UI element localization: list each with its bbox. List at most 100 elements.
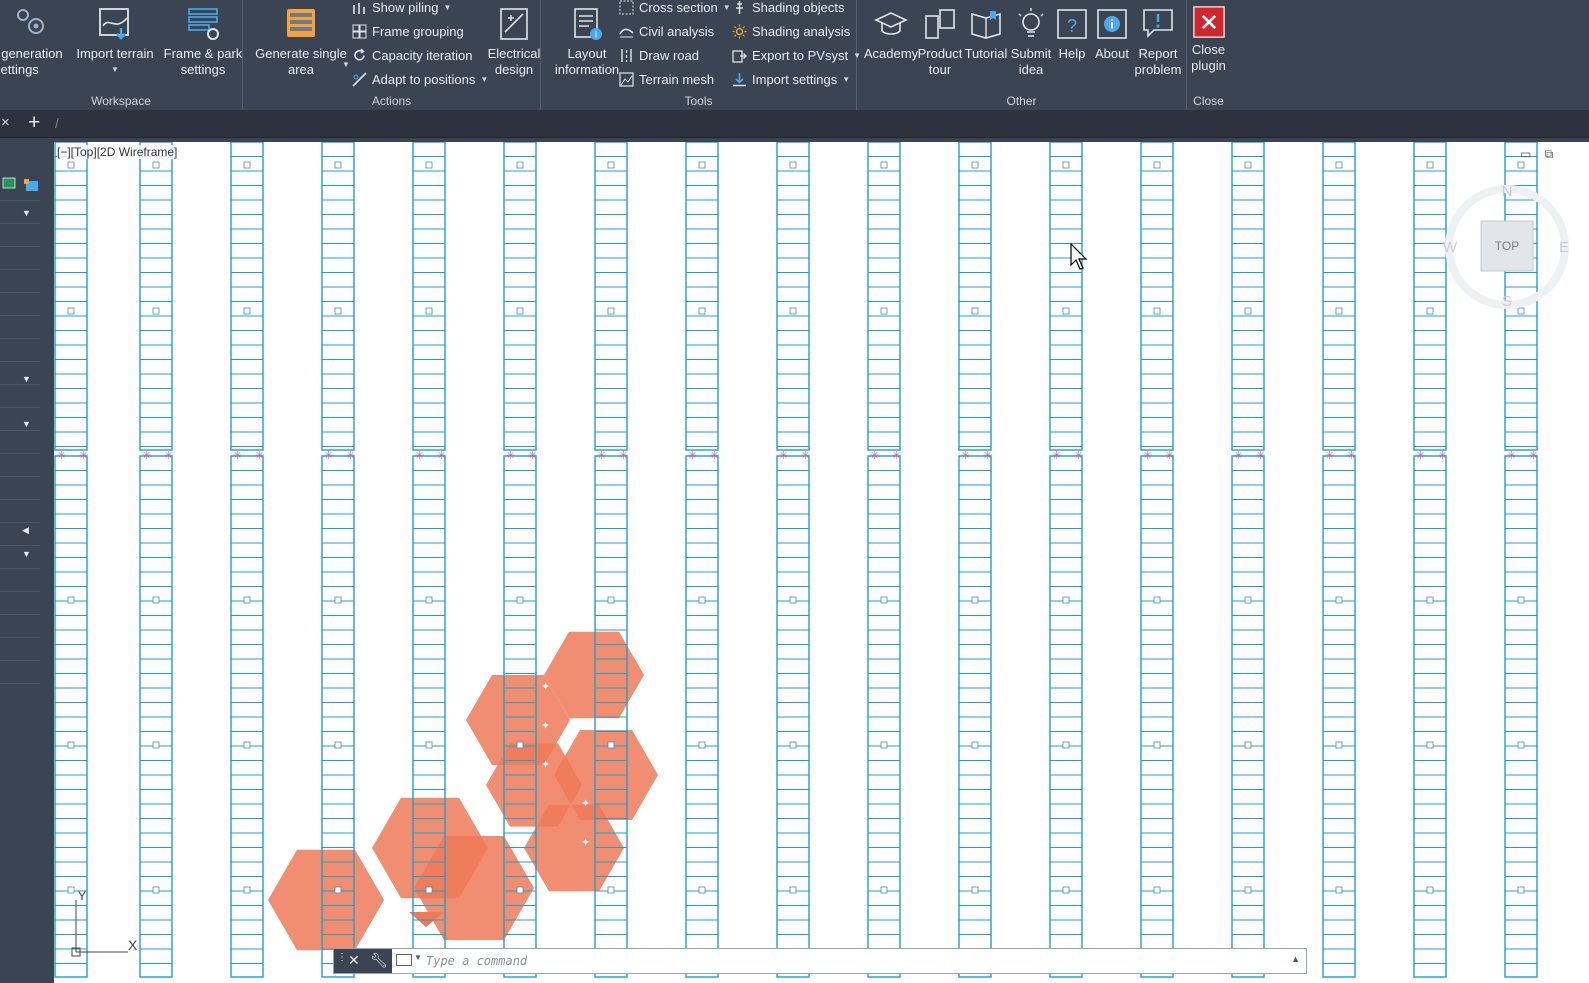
palette-row[interactable] [0,637,40,638]
capacity-iteration-button[interactable]: Capacity iteration [352,46,472,66]
chevron-down-icon[interactable]: ▼ [22,208,31,218]
palette-row[interactable] [0,361,40,362]
electrical-design-button[interactable]: Electrical design [487,6,541,78]
pile-cross-icon: ✳ [1438,449,1447,462]
pv-table-outline[interactable] [1140,142,1174,451]
palette-row[interactable] [0,591,40,592]
viewport-label[interactable]: [−][Top][2D Wireframe] [57,145,178,159]
grip-icon[interactable]: ⋮ [337,952,347,963]
terrain-icon [99,8,129,40]
command-history-icon[interactable] [396,954,412,966]
pile-marker [789,307,797,315]
drawing-canvas[interactable]: ✳ ✳ ✳ ✳ ✳ ✳ ✳ ✳ ✳ ✳ ✳ ✳ ✳ ✳ ✳ ✳ ✳ ✳ ✳ ✳ ✳ ✳ ✳ ✳ ✳ ✳ ✳ ✳ ✳ ✳ ✳ ✳ ✳ ✳ ✦ ✦ ✦ ✦ ✦ ✦… [54,142,1589,983]
palette-row[interactable] [0,499,40,500]
restore-icon[interactable]: ⧉ [1545,147,1554,161]
pv-table-outline[interactable] [1231,142,1265,451]
pv-table-outline[interactable] [685,142,719,451]
palette-row[interactable] [0,545,40,546]
palette-row[interactable] [0,315,40,316]
layout-information-button[interactable]: i Layout information [547,6,627,78]
help-button[interactable]: ? Help [1054,6,1090,62]
pv-table-outline[interactable] [230,142,264,451]
pv-table-outline[interactable] [139,142,173,451]
palette-row[interactable] [0,568,40,569]
wrench-icon[interactable]: 🔧︎ [370,952,388,969]
show-piling-button[interactable]: Show piling ▼ [352,0,451,18]
palette-row[interactable] [0,522,40,523]
import-settings-button[interactable]: Import settings ▼ [732,70,850,90]
adapt-to-positions-button[interactable]: Adapt to positions ▼ [352,70,488,90]
submit-idea-button[interactable]: Submit idea [1008,6,1054,78]
palette-row[interactable] [0,683,40,684]
compass-north[interactable]: N [1502,183,1513,200]
palette-row[interactable] [0,430,40,431]
palette-row[interactable] [0,246,40,247]
chevron-down-icon[interactable]: ▼ [414,953,422,962]
pv-table-outline[interactable] [1322,142,1356,451]
new-tab-button[interactable]: + [28,111,40,135]
pv-table-outline[interactable] [1049,142,1083,451]
chevron-down-icon[interactable]: ▼ [22,549,31,559]
terrain-mesh-button[interactable]: Terrain mesh [619,70,714,90]
palette-row[interactable] [0,476,40,477]
pv-table-outline[interactable] [958,142,992,451]
palette-row[interactable] [0,292,40,293]
minimize-icon[interactable]: ▭ [1520,147,1531,161]
frame-grouping-button[interactable]: Frame grouping [352,22,464,42]
pv-table-outline[interactable] [776,142,810,451]
chevron-left-icon[interactable]: ◀ [22,525,29,536]
compass-west[interactable]: W [1443,239,1458,256]
close-plugin-button[interactable]: Close plugin [1187,6,1230,74]
chevron-down-icon[interactable]: ▼ [22,374,31,384]
compass-east[interactable]: E [1559,239,1569,256]
palette-row[interactable] [0,223,40,224]
pv-table-outline[interactable] [54,142,88,451]
palette-tool-icons[interactable] [2,176,42,194]
shading-analysis-button[interactable]: Shading analysis [732,22,850,42]
pile-cross-icon: ✳ [142,449,151,462]
tutorial-button[interactable]: Tutorial [962,6,1010,62]
table-column: ✳ ✳ [54,142,88,978]
pv-table-outline[interactable] [867,142,901,451]
chevron-up-icon[interactable]: ▲ [1291,954,1300,964]
export-pvsyst-button[interactable]: Export to PVsyst ▼ [732,46,861,66]
palette-row[interactable] [0,614,40,615]
compass-south[interactable]: S [1502,293,1512,310]
about-button[interactable]: i About [1092,6,1132,62]
generate-single-area-button[interactable]: Generate single area [251,6,351,78]
view-cube-face[interactable]: TOP [1495,239,1519,253]
palette-row[interactable] [0,453,40,454]
chevron-down-icon[interactable]: ▼ [22,419,31,429]
academy-button[interactable]: Academy [861,6,921,62]
close-icon [1192,6,1225,38]
cross-section-button[interactable]: Cross section ▼ [619,0,731,18]
palette-row[interactable] [0,269,40,270]
product-tour-button[interactable]: Product tour [913,6,967,78]
command-line: ⋮ ✕ 🔧︎ ▼ ▲ [333,948,1307,974]
ucs-icon: Y X [71,889,138,957]
palette-row[interactable] [0,384,40,385]
palette-row[interactable] [0,407,40,408]
layout-generation-settings-button[interactable]: t generation settings [0,6,66,78]
report-problem-button[interactable]: Report problem [1132,6,1184,78]
close-command-line-icon[interactable]: ✕ [348,952,360,969]
palette-row[interactable] [0,200,40,201]
generate-dropdown-icon[interactable]: ▼ [342,60,350,69]
pv-table-outline[interactable] [321,142,355,451]
command-input[interactable] [426,952,1286,970]
pv-table-outline[interactable] [594,142,628,451]
close-tab-button[interactable]: × [1,114,10,131]
viewport-window-controls[interactable]: ▭ ⧉ [1520,147,1553,162]
shading-objects-button[interactable]: Shading objects [732,0,845,18]
view-cube[interactable]: TOP N S W E [1432,172,1582,322]
import-terrain-button[interactable]: Import terrain ▼ [75,6,155,78]
solar-layout-drawing[interactable]: ✳ ✳ ✳ ✳ ✳ ✳ ✳ ✳ ✳ ✳ ✳ ✳ ✳ ✳ ✳ ✳ ✳ ✳ ✳ ✳ ✳ ✳ ✳ ✳ ✳ ✳ ✳ ✳ ✳ ✳ ✳ ✳ ✳ ✳✦✦✦✦✦✦ [54,142,1589,983]
pv-table-outline[interactable] [503,142,537,451]
pile-cross-icon: ✳ [346,449,355,462]
frame-park-settings-button[interactable]: Frame & park settings [160,6,246,78]
palette-row[interactable] [0,660,40,661]
palette-row[interactable] [0,338,40,339]
pv-table-outline[interactable] [412,142,446,451]
draw-road-button[interactable]: Draw road [619,46,699,66]
civil-analysis-button[interactable]: Civil analysis [619,22,714,42]
